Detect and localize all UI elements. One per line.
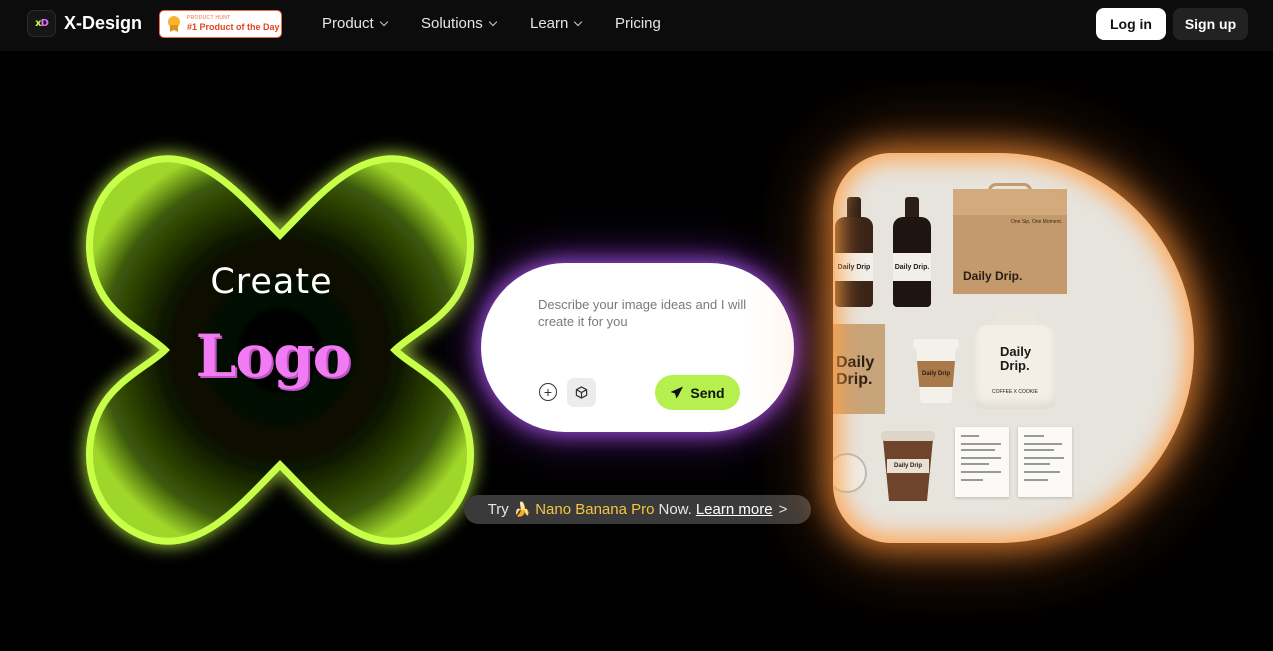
nav-pricing[interactable]: Pricing	[615, 15, 661, 32]
medal-icon	[167, 16, 181, 32]
chevron-down-icon	[574, 17, 583, 26]
plus-circle-icon[interactable]: +	[539, 383, 557, 401]
send-label: Send	[690, 384, 725, 401]
badge-small-text: PRODUCT HUNT	[187, 15, 231, 21]
cube-icon[interactable]	[567, 378, 596, 407]
promo-prefix: Try	[487, 501, 509, 518]
signup-button[interactable]: Sign up	[1173, 8, 1248, 40]
promo-banner[interactable]: Try 🍌 Nano Banana Pro Now. Learn more >	[464, 495, 811, 524]
prompt-card: Describe your image ideas and I will cre…	[481, 263, 794, 432]
nav-pricing-label: Pricing	[615, 15, 661, 32]
x-design-logo-icon: xD	[27, 10, 56, 37]
top-nav: xD X-Design PRODUCT HUNT #1 Product of t…	[0, 0, 1273, 51]
logo-mark-d: D	[40, 18, 49, 29]
nav-product-label: Product	[322, 15, 374, 32]
chevron-down-icon	[379, 17, 388, 26]
promo-highlight: Nano Banana Pro	[535, 501, 655, 518]
nav-solutions-label: Solutions	[421, 15, 483, 32]
nav-learn[interactable]: Learn	[530, 15, 583, 32]
hero-create-text: Create	[210, 262, 333, 302]
showcase-image: Daily Drip Daily Drip. One Sip, One Mome…	[833, 153, 1194, 543]
brand-logo[interactable]: xD X-Design	[27, 10, 142, 37]
nav-learn-label: Learn	[530, 15, 569, 32]
nav-product[interactable]: Product	[322, 15, 388, 32]
brand-name: X-Design	[64, 13, 143, 33]
nav-solutions[interactable]: Solutions	[421, 15, 497, 32]
banana-icon: 🍌	[513, 501, 532, 517]
product-hunt-badge[interactable]: PRODUCT HUNT #1 Product of the Day	[159, 10, 282, 38]
chevron-right-icon: >	[778, 501, 788, 518]
send-button[interactable]: Send	[655, 375, 740, 410]
hero-logo-text: Logo	[195, 322, 352, 390]
promo-suffix: Now.	[658, 501, 692, 518]
badge-title: #1 Product of the Day	[187, 22, 280, 32]
prompt-input[interactable]: Describe your image ideas and I will cre…	[538, 296, 753, 330]
login-button[interactable]: Log in	[1096, 8, 1166, 40]
paper-plane-icon	[670, 386, 684, 399]
chevron-down-icon	[488, 17, 497, 26]
learn-more-link[interactable]: Learn more	[696, 501, 773, 518]
